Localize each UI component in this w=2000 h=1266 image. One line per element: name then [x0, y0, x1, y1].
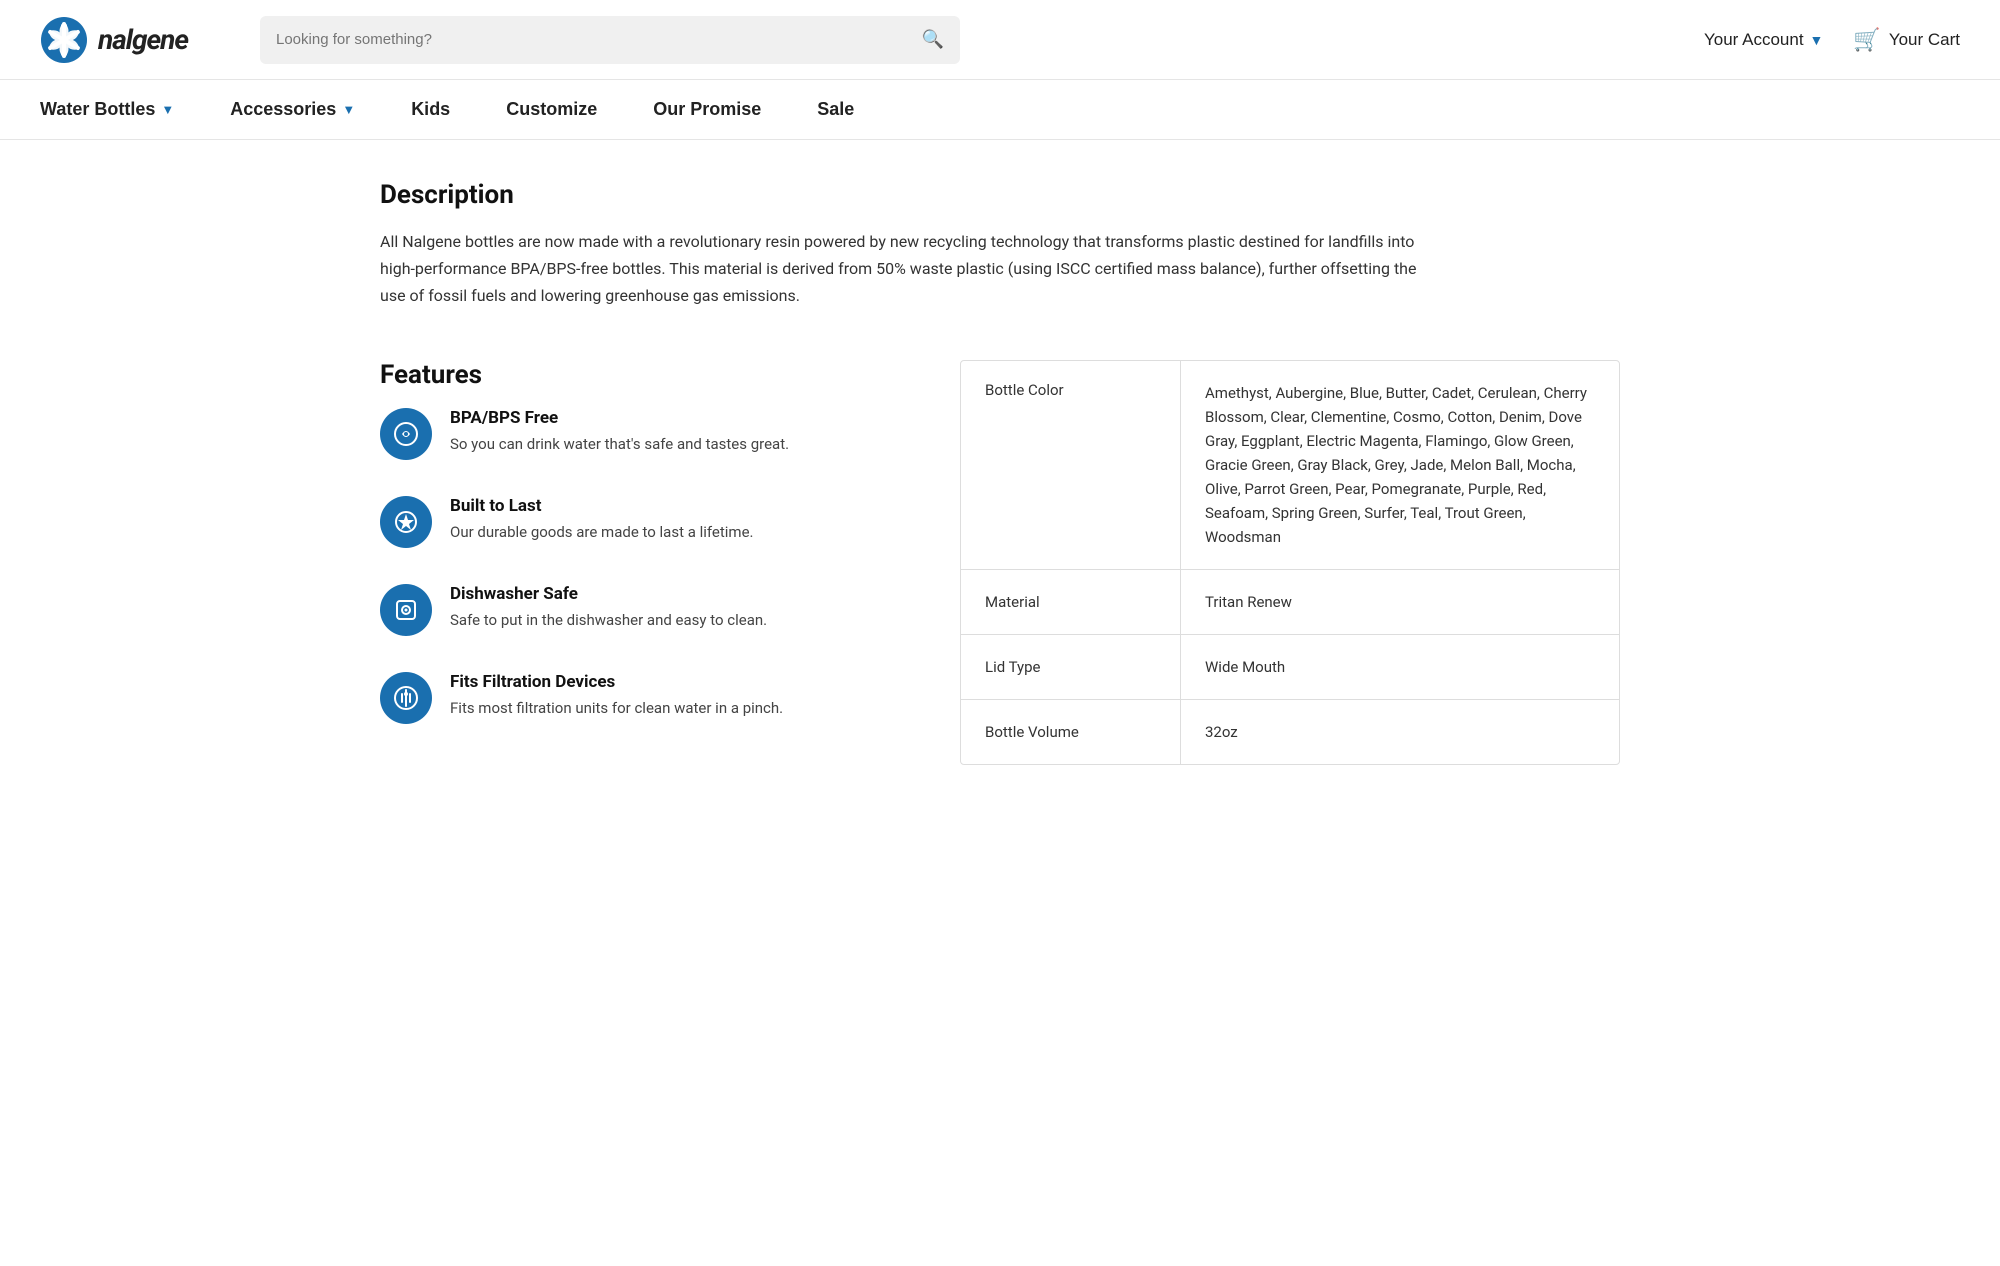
search-input[interactable]: [276, 31, 912, 48]
nav-item-water-bottles[interactable]: Water Bottles ▼: [40, 80, 202, 139]
cart-button[interactable]: 🛒 Your Cart: [1853, 27, 1960, 53]
nav-item-kids[interactable]: Kids: [383, 80, 478, 139]
spec-value-color: Amethyst, Aubergine, Blue, Butter, Cadet…: [1181, 361, 1619, 569]
nav-item-customize[interactable]: Customize: [478, 80, 625, 139]
nav-accessories-label: Accessories: [230, 99, 336, 120]
account-button[interactable]: Your Account ▼: [1704, 30, 1823, 50]
nav-item-sale[interactable]: Sale: [789, 80, 882, 139]
chevron-down-icon: ▼: [342, 102, 355, 117]
spec-value-volume: 32oz: [1181, 700, 1619, 764]
dishwasher-icon: [380, 584, 432, 636]
main-content: Description All Nalgene bottles are now …: [340, 140, 1660, 805]
filtration-icon: [380, 672, 432, 724]
dishwasher-title: Dishwasher Safe: [450, 584, 767, 604]
features-title: Features: [380, 360, 920, 390]
durable-icon: [380, 496, 432, 548]
bpa-free-title: BPA/BPS Free: [450, 408, 789, 428]
feature-item-filtration: Fits Filtration Devices Fits most filtra…: [380, 672, 920, 724]
features-section: Features BPA/BPS Free So you can drink w…: [380, 360, 1620, 765]
cart-icon: 🛒: [1853, 27, 1880, 53]
nav-our-promise-label: Our Promise: [653, 99, 761, 120]
durable-text: Built to Last Our durable goods are made…: [450, 496, 754, 544]
description-title: Description: [380, 180, 1620, 210]
nav-sale-label: Sale: [817, 99, 854, 120]
feature-item-bpa: BPA/BPS Free So you can drink water that…: [380, 408, 920, 460]
search-icon[interactable]: 🔍: [922, 29, 944, 50]
nav-customize-label: Customize: [506, 99, 597, 120]
cart-label: Your Cart: [1889, 30, 1960, 50]
bpa-free-icon: [380, 408, 432, 460]
specs-table: Bottle Color Amethyst, Aubergine, Blue, …: [960, 360, 1620, 765]
chevron-down-icon: ▼: [161, 102, 174, 117]
description-text: All Nalgene bottles are now made with a …: [380, 228, 1430, 310]
dishwasher-desc: Safe to put in the dishwasher and easy t…: [450, 609, 767, 632]
description-section: Description All Nalgene bottles are now …: [380, 180, 1620, 310]
spec-row-color: Bottle Color Amethyst, Aubergine, Blue, …: [961, 361, 1619, 570]
logo-text: nalgene: [98, 23, 188, 56]
filtration-text: Fits Filtration Devices Fits most filtra…: [450, 672, 783, 720]
nalgene-logo-icon: [40, 16, 88, 64]
spec-row-material: Material Tritan Renew: [961, 570, 1619, 635]
filtration-desc: Fits most filtration units for clean wat…: [450, 697, 783, 720]
spec-row-volume: Bottle Volume 32oz: [961, 700, 1619, 764]
account-label: Your Account: [1704, 30, 1804, 50]
header-right: Your Account ▼ 🛒 Your Cart: [1704, 27, 1960, 53]
spec-label-volume: Bottle Volume: [961, 700, 1181, 764]
bpa-free-desc: So you can drink water that's safe and t…: [450, 433, 789, 456]
filtration-title: Fits Filtration Devices: [450, 672, 783, 692]
logo-area: nalgene: [40, 16, 240, 64]
durable-title: Built to Last: [450, 496, 754, 516]
nav-item-accessories[interactable]: Accessories ▼: [202, 80, 383, 139]
feature-item-durable: Built to Last Our durable goods are made…: [380, 496, 920, 548]
nav-kids-label: Kids: [411, 99, 450, 120]
nav-item-our-promise[interactable]: Our Promise: [625, 80, 789, 139]
durable-desc: Our durable goods are made to last a lif…: [450, 521, 754, 544]
search-bar: 🔍: [260, 16, 960, 64]
main-nav: Water Bottles ▼ Accessories ▼ Kids Custo…: [0, 80, 2000, 140]
nav-water-bottles-label: Water Bottles: [40, 99, 155, 120]
header: nalgene 🔍 Your Account ▼ 🛒 Your Cart: [0, 0, 2000, 80]
features-left: Features BPA/BPS Free So you can drink w…: [380, 360, 960, 760]
dishwasher-text: Dishwasher Safe Safe to put in the dishw…: [450, 584, 767, 632]
bpa-free-text: BPA/BPS Free So you can drink water that…: [450, 408, 789, 456]
chevron-down-icon: ▼: [1810, 32, 1824, 48]
spec-label-color: Bottle Color: [961, 361, 1181, 569]
spec-label-lid: Lid Type: [961, 635, 1181, 699]
spec-value-material: Tritan Renew: [1181, 570, 1619, 634]
spec-value-lid: Wide Mouth: [1181, 635, 1619, 699]
spec-row-lid: Lid Type Wide Mouth: [961, 635, 1619, 700]
feature-item-dishwasher: Dishwasher Safe Safe to put in the dishw…: [380, 584, 920, 636]
spec-label-material: Material: [961, 570, 1181, 634]
